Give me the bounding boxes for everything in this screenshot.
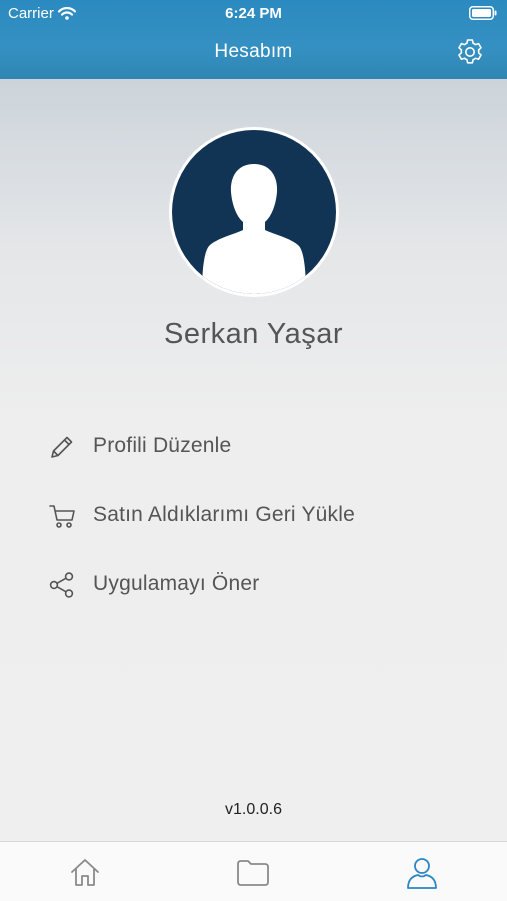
header: Carrier 6:24 PM Hesabım: [0, 0, 507, 79]
user-icon: [407, 858, 437, 889]
menu-item-label: Profili Düzenle: [93, 434, 232, 457]
status-bar: Carrier 6:24 PM: [0, 0, 507, 28]
app-version: v1.0.0.6: [225, 801, 282, 818]
cart-icon: [49, 505, 75, 528]
menu-item-edit-profile[interactable]: Profili Düzenle: [0, 421, 507, 471]
tab-folders[interactable]: [169, 842, 338, 901]
battery-icon: [469, 6, 497, 20]
menu-item-restore-purchases[interactable]: Satın Aldıklarımı Geri Yükle: [0, 490, 507, 540]
folder-icon: [237, 860, 269, 886]
account-content: Serkan Yaşar Profili Düzenle Satın Aldık…: [0, 79, 507, 841]
menu-item-label: Uygulamayı Öner: [93, 572, 260, 595]
page-title: Hesabım: [214, 41, 293, 62]
status-time: 6:24 PM: [225, 5, 282, 22]
user-name: Serkan Yaşar: [163, 318, 344, 350]
gear-icon[interactable]: [455, 37, 485, 67]
menu-item-recommend-app[interactable]: Uygulamayı Öner: [0, 559, 507, 609]
tab-home[interactable]: [0, 842, 169, 901]
home-icon: [71, 859, 99, 886]
avatar[interactable]: [169, 127, 339, 297]
pencil-icon: [51, 436, 73, 458]
tab-account[interactable]: [338, 842, 507, 901]
tab-bar: [0, 841, 507, 901]
share-icon: [49, 572, 74, 598]
menu-item-label: Satın Aldıklarımı Geri Yükle: [93, 503, 355, 526]
user-silhouette-icon: [172, 130, 336, 294]
